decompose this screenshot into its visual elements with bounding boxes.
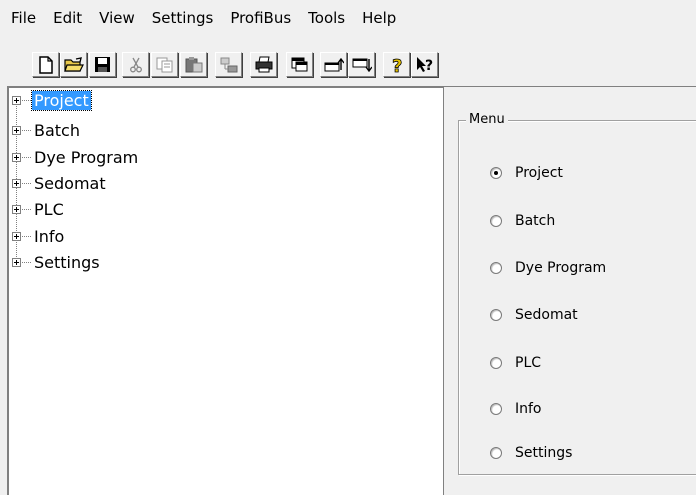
radio-button-checked[interactable] — [490, 167, 502, 179]
radio-label: PLC — [515, 355, 542, 371]
menu-tools[interactable]: Tools — [297, 0, 345, 36]
tree-item-label: Batch — [34, 121, 80, 140]
radio-sedomat[interactable]: Sedomat — [490, 305, 578, 325]
expand-icon[interactable] — [12, 179, 21, 188]
copy-button[interactable] — [151, 52, 178, 77]
expand-icon[interactable] — [12, 96, 21, 105]
menu-file[interactable]: File — [0, 0, 36, 36]
expand-icon[interactable] — [12, 205, 21, 214]
move-up-icon — [324, 57, 344, 71]
toolbar: ? ? — [0, 47, 696, 77]
new-document-icon — [38, 55, 53, 74]
radio-button[interactable] — [490, 262, 502, 274]
move-down-icon — [352, 58, 372, 72]
copy-icon — [156, 57, 172, 72]
tree-connector — [22, 100, 31, 101]
menu-bar: File Edit View Settings ProfiBus Tools H… — [0, 0, 696, 36]
window-icon — [291, 57, 308, 72]
tree-connector — [22, 262, 31, 263]
print-icon — [255, 56, 272, 73]
radio-label: Batch — [515, 213, 556, 229]
move-down-button[interactable] — [348, 52, 375, 77]
menu-view[interactable]: View — [88, 0, 135, 36]
tree-connector — [22, 157, 31, 158]
menu-edit[interactable]: Edit — [42, 0, 82, 36]
radio-label: Dye Program — [515, 260, 607, 276]
radio-label: Settings — [515, 445, 573, 461]
tree-item-label: Info — [34, 227, 65, 246]
pointer-help-icon: ? — [416, 56, 433, 74]
tree-connector — [22, 130, 31, 131]
context-help-button[interactable]: ? — [411, 52, 438, 77]
tree-connector — [22, 209, 31, 210]
menu-settings[interactable]: Settings — [141, 0, 214, 36]
radio-batch[interactable]: Batch — [490, 211, 555, 231]
radio-info[interactable]: Info — [490, 399, 542, 419]
expand-icon[interactable] — [12, 258, 21, 267]
open-folder-icon — [63, 56, 84, 72]
tree-item-label: Sedomat — [34, 174, 106, 193]
paste-icon — [185, 57, 202, 73]
radio-label: Sedomat — [515, 307, 578, 323]
tree-item-label: PLC — [34, 200, 64, 219]
new-document-button[interactable] — [32, 52, 59, 77]
tree-item-label: Settings — [34, 253, 100, 272]
print-button[interactable] — [250, 52, 277, 77]
radio-plc[interactable]: PLC — [490, 353, 541, 373]
network-icon — [220, 57, 237, 72]
radio-button[interactable] — [490, 309, 502, 321]
open-button[interactable] — [60, 52, 87, 77]
tree-connector — [22, 183, 31, 184]
tree-item-label: Project — [31, 90, 92, 111]
menu-help[interactable]: Help — [351, 0, 396, 36]
menu-profibus[interactable]: ProfiBus — [219, 0, 291, 36]
cut-button[interactable] — [122, 52, 149, 77]
expand-icon[interactable] — [12, 153, 21, 162]
tree-connector — [22, 236, 31, 237]
radio-label: Project — [515, 165, 563, 181]
cut-icon — [129, 57, 142, 72]
question-mark-icon: ? — [391, 56, 402, 74]
menu-group-title: Menu — [466, 112, 508, 128]
save-icon — [95, 57, 110, 72]
radio-button[interactable] — [490, 403, 502, 415]
network-button[interactable] — [215, 52, 242, 77]
tree-item-label: Dye Program — [34, 148, 139, 167]
move-up-button[interactable] — [320, 52, 347, 77]
radio-label: Info — [515, 401, 542, 417]
svg-text:?: ? — [392, 56, 402, 74]
project-tree[interactable]: Project Batch Dye Program Sedomat PLC In… — [7, 86, 447, 495]
expand-icon[interactable] — [12, 126, 21, 135]
expand-icon[interactable] — [12, 232, 21, 241]
radio-button[interactable] — [490, 447, 502, 459]
paste-button[interactable] — [180, 52, 207, 77]
help-button[interactable]: ? — [383, 52, 410, 77]
radio-project[interactable]: Project — [490, 163, 563, 183]
radio-button[interactable] — [490, 215, 502, 227]
window-button[interactable] — [286, 52, 313, 77]
radio-settings[interactable]: Settings — [490, 443, 572, 463]
radio-button[interactable] — [490, 357, 502, 369]
svg-text:?: ? — [425, 58, 433, 74]
radio-dye-program[interactable]: Dye Program — [490, 258, 606, 278]
save-button[interactable] — [89, 52, 116, 77]
